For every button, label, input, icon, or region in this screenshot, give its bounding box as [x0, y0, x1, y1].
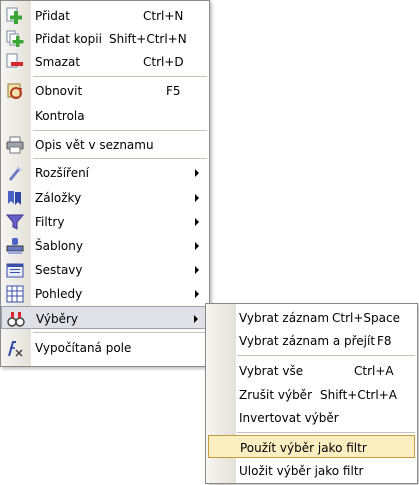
print-icon — [6, 136, 24, 154]
menu-item-label: Přidat kopii — [35, 32, 102, 46]
submenu-arrow-icon — [195, 266, 199, 274]
menu-item-shortcut: F5 — [166, 84, 181, 98]
bookmarks-icon — [8, 191, 21, 205]
menu-item-label: Vypočítaná pole — [35, 341, 132, 355]
template-icon — [6, 238, 24, 254]
menu-item-label: Zrušit výběr — [239, 388, 313, 402]
add-icon — [6, 7, 22, 24]
menu-item-templates[interactable]: Šablony — [1, 234, 209, 257]
submenu-item-use-selection-as-filter[interactable]: Použít výběr jako filtr — [208, 435, 415, 458]
submenu-arrow-icon — [195, 242, 199, 250]
menu-item-check[interactable]: Kontrola — [1, 104, 209, 127]
views-icon — [6, 285, 24, 303]
delete-icon — [6, 53, 23, 68]
add-copy-icon — [6, 30, 24, 47]
menu-item-label: Pohledy — [35, 287, 83, 301]
menu-item-refresh[interactable]: Obnovit F5 — [1, 79, 209, 102]
menu-item-label: Uložit výběr jako filtr — [239, 464, 364, 478]
menu-item-shortcut: Ctrl+N — [143, 9, 184, 23]
menu-item-label: Přidat — [35, 9, 70, 23]
menu-item-label: Vybrat vše — [239, 364, 304, 378]
menu-item-shortcut: Shift+Ctrl+N — [109, 32, 187, 46]
menu-item-extensions[interactable]: Rozšíření — [1, 161, 209, 184]
menu-item-shortcut: F8 — [377, 334, 392, 348]
submenu-item-select-record-and-go[interactable]: Vybrat záznam a přejít F8 — [206, 329, 417, 352]
menu-item-shortcut: Ctrl+D — [143, 55, 184, 69]
menu-item-calculated-fields[interactable]: Vypočítaná pole — [1, 336, 209, 359]
menu-item-label: Kontrola — [35, 109, 85, 123]
menu-separator — [33, 76, 207, 77]
context-menu: Přidat Ctrl+N Přidat kopii Shift+Ctrl+N … — [0, 0, 210, 367]
menu-item-delete[interactable]: Smazat Ctrl+D — [1, 50, 209, 73]
menu-item-add-copy[interactable]: Přidat kopii Shift+Ctrl+N — [1, 27, 209, 50]
menu-item-label: Obnovit — [35, 84, 83, 98]
calculated-fields-icon — [8, 341, 23, 357]
menu-item-label: Záložky — [35, 191, 82, 205]
menu-item-bookmarks[interactable]: Záložky — [1, 186, 209, 209]
selections-submenu: Vybrat záznam Ctrl+Space Vybrat záznam a… — [205, 303, 418, 484]
menu-item-shortcut: Shift+Ctrl+A — [320, 388, 397, 402]
menu-item-label: Smazat — [35, 55, 81, 69]
menu-separator — [33, 158, 207, 159]
menu-item-label: Šablony — [35, 239, 83, 253]
menu-separator — [237, 355, 415, 356]
menu-item-label: Sestavy — [35, 263, 83, 277]
submenu-arrow-icon — [195, 218, 199, 226]
submenu-arrow-icon — [195, 169, 199, 177]
menu-separator — [33, 332, 207, 333]
menu-separator — [237, 432, 415, 433]
extension-icon — [9, 166, 22, 181]
menu-item-label: Vybrat záznam a přejít — [239, 334, 376, 348]
submenu-item-save-selection-as-filter[interactable]: Uložit výběr jako filtr — [206, 459, 417, 482]
menu-item-shortcut: Ctrl+A — [354, 364, 394, 378]
menu-item-label: Opis vět v seznamu — [35, 138, 154, 152]
submenu-item-select-record[interactable]: Vybrat záznam Ctrl+Space — [206, 306, 417, 329]
submenu-arrow-icon — [195, 194, 199, 202]
menu-item-label: Rozšíření — [35, 166, 90, 180]
menu-item-label: Výběry — [36, 312, 79, 326]
menu-item-reports[interactable]: Sestavy — [1, 258, 209, 281]
menu-item-label: Použít výběr jako filtr — [240, 441, 367, 455]
menu-item-label: Vybrat záznam — [239, 311, 330, 325]
menu-item-views[interactable]: Pohledy — [1, 282, 209, 305]
menu-item-selections[interactable]: Výběry — [1, 306, 209, 329]
reports-icon — [6, 263, 24, 278]
submenu-item-select-all[interactable]: Vybrat vše Ctrl+A — [206, 359, 417, 382]
submenu-arrow-icon — [195, 290, 199, 298]
filter-icon — [6, 214, 24, 230]
menu-item-filters[interactable]: Filtry — [1, 210, 209, 233]
submenu-item-cancel-selection[interactable]: Zrušit výběr Shift+Ctrl+A — [206, 383, 417, 406]
menu-separator — [33, 130, 207, 131]
submenu-arrow-icon — [194, 315, 198, 323]
menu-item-label: Filtry — [35, 215, 65, 229]
selection-icon — [7, 312, 25, 327]
menu-item-label: Invertovat výběr — [239, 411, 339, 425]
refresh-icon — [7, 83, 22, 99]
menu-item-add[interactable]: Přidat Ctrl+N — [1, 4, 209, 27]
menu-item-shortcut: Ctrl+Space — [332, 311, 400, 325]
submenu-item-invert-selection[interactable]: Invertovat výběr — [206, 406, 417, 429]
menu-item-list-print[interactable]: Opis vět v seznamu — [1, 133, 209, 156]
